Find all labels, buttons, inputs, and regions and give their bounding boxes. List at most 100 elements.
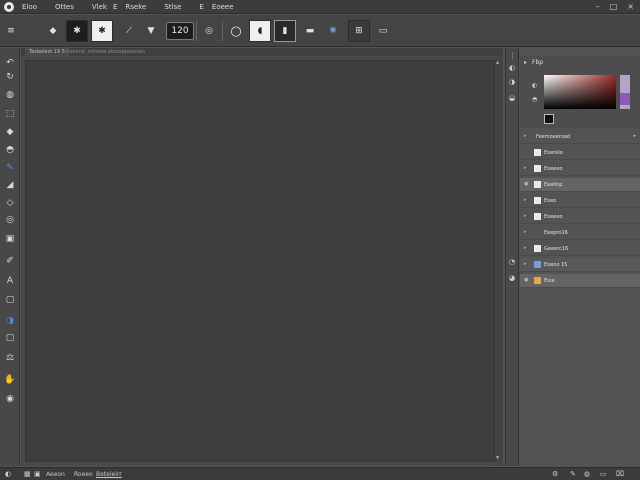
brush-tip-icon[interactable]: ✱: [91, 20, 113, 42]
color-picker-field[interactable]: [544, 75, 616, 109]
layer-name: Eeepro16: [544, 230, 568, 236]
menu-item-2[interactable]: Ottes: [55, 3, 74, 11]
brush-size-field[interactable]: 120: [166, 22, 194, 40]
shield-icon[interactable]: ◇: [3, 196, 17, 210]
menu-item-6[interactable]: Stlse: [164, 3, 181, 11]
undo-icon[interactable]: ↶: [3, 56, 17, 70]
visibility-dot-icon[interactable]: ●: [524, 277, 528, 283]
hand-icon[interactable]: ✋: [3, 373, 17, 387]
hue-slider[interactable]: [620, 75, 630, 109]
status-brush-icon[interactable]: ✎: [570, 470, 576, 478]
dock-adjust-icon[interactable]: ◒: [509, 94, 515, 102]
status-mask-icon[interactable]: ◍: [584, 470, 590, 478]
layer-row[interactable]: ▸ Eeepro16: [520, 226, 640, 240]
dock-collapse-icon[interactable]: ⋮: [509, 52, 516, 60]
flow-icon[interactable]: ▼: [140, 20, 162, 42]
crop-icon[interactable]: ⬚: [3, 107, 17, 121]
expand-arrow-icon[interactable]: ▸: [524, 261, 527, 267]
dock-swatches-icon[interactable]: ◑: [509, 78, 515, 86]
lasso-icon[interactable]: ◍: [3, 88, 17, 102]
visibility-dot-icon[interactable]: ●: [524, 181, 528, 187]
panel-toggle-icon[interactable]: ▭: [372, 20, 394, 42]
canvas[interactable]: [25, 60, 495, 462]
layer-row[interactable]: ▸ Eoeoo 15: [520, 258, 640, 272]
zoom-icon[interactable]: ◉: [3, 392, 17, 406]
status-grid-icon[interactable]: ▦: [24, 470, 31, 478]
menu-item-3[interactable]: Vlek: [92, 3, 107, 11]
menu-item-1[interactable]: Eloo: [22, 3, 37, 11]
menu-item-5[interactable]: Rseke: [125, 3, 146, 11]
dock-color-icon[interactable]: ◐: [509, 64, 515, 72]
expand-arrow-icon[interactable]: ▸: [524, 229, 527, 235]
vertical-scrollbar[interactable]: ▴ ▾: [495, 56, 503, 466]
layer-toggle-icon[interactable]: ▸: [633, 133, 636, 139]
scroll-down-icon[interactable]: ▾: [496, 454, 499, 461]
stamp-icon[interactable]: ◓: [3, 143, 17, 157]
scroll-up-icon[interactable]: ▴: [496, 59, 499, 66]
eraser-icon[interactable]: ◑: [3, 314, 17, 328]
layer-row[interactable]: ▸ Feemoeeroad ▸: [520, 130, 640, 144]
status-folder-icon[interactable]: ▭: [600, 470, 607, 478]
rotate-icon[interactable]: ↻: [3, 70, 17, 84]
round-brush-icon[interactable]: ○: [225, 20, 247, 42]
opacity-icon[interactable]: ▬: [299, 20, 321, 42]
menu-item-8[interactable]: Eoeee: [212, 3, 234, 11]
close-button[interactable]: ×: [627, 2, 634, 11]
hardness-icon[interactable]: ◖: [249, 20, 271, 42]
layer-row-active[interactable]: ● Eioe: [520, 274, 640, 288]
document-tab-inactive[interactable]: Vielonsf, stlnoee etonsepsessen: [61, 48, 149, 56]
status-item-3[interactable]: Beteleirr: [96, 471, 122, 478]
bucket-icon[interactable]: ◢: [3, 178, 17, 192]
app-logo-icon[interactable]: [4, 1, 14, 12]
text-icon[interactable]: A: [3, 274, 17, 288]
box-icon[interactable]: ▢: [3, 293, 17, 307]
maximize-button[interactable]: □: [610, 2, 618, 11]
layer-row[interactable]: Eoerelo: [520, 146, 640, 160]
symmetry-icon[interactable]: ✺: [322, 20, 344, 42]
color-mode-icon[interactable]: ◐: [532, 82, 537, 89]
status-trash-icon[interactable]: ⌧: [616, 470, 624, 478]
status-info-icon[interactable]: ◐: [5, 470, 11, 478]
color-sample-icon[interactable]: ◓: [532, 96, 537, 103]
pressure-icon[interactable]: ◎: [198, 20, 220, 42]
rounded-rect-icon[interactable]: ▢: [3, 331, 17, 345]
menu-item-4[interactable]: E: [113, 3, 117, 11]
dock-history-icon[interactable]: ◕: [509, 274, 515, 282]
frame-icon[interactable]: ▣: [3, 232, 17, 246]
panel-arrow-icon[interactable]: ▸: [524, 59, 527, 66]
airbrush-icon[interactable]: ⟋: [118, 20, 140, 42]
expand-arrow-icon[interactable]: ▸: [524, 245, 527, 251]
circle-icon[interactable]: ◎: [3, 213, 17, 227]
menu-item-7[interactable]: E: [199, 3, 203, 11]
layer-row-selected[interactable]: ● Eeelinp: [520, 178, 640, 192]
tool-preset-icon[interactable]: ≡: [4, 20, 18, 42]
minimize-button[interactable]: –: [596, 2, 600, 11]
layer-row[interactable]: ▸ Eoeo: [520, 194, 640, 208]
pen-icon[interactable]: ✐: [3, 254, 17, 268]
mode-icon[interactable]: ▮: [274, 20, 296, 42]
brush-icon[interactable]: ✎: [3, 161, 17, 175]
brush-preset-icon[interactable]: ✱: [66, 20, 88, 42]
expand-arrow-icon[interactable]: ▸: [524, 197, 527, 203]
canvas-area: ▴ ▾: [21, 56, 503, 466]
status-settings-icon[interactable]: ⚙: [552, 470, 558, 478]
status-item-1[interactable]: Aeeon: [46, 471, 65, 478]
options-bar: ≡ ◆ ✱ ✱ ⟋ ▼ 120 ◎ ○ ◖ ▮ ▬ ✺ ⊞ ▭: [0, 15, 640, 47]
status-item-2[interactable]: Roeeo: [74, 471, 93, 478]
expand-arrow-icon[interactable]: ▸: [524, 133, 527, 139]
grid-icon[interactable]: ⊞: [348, 20, 370, 42]
expand-arrow-icon[interactable]: ▸: [524, 165, 527, 171]
menu-bar: Eloo Ottes Vlek E Rseke Stlse E Eoeee – …: [0, 0, 640, 14]
status-layer-icon[interactable]: ▣: [34, 470, 41, 478]
layer-row[interactable]: ▸ Geeerc16: [520, 242, 640, 256]
dock-layers-icon[interactable]: ◔: [509, 258, 515, 266]
brush-options-icon[interactable]: ◆: [42, 20, 64, 42]
expand-arrow-icon[interactable]: ▸: [524, 213, 527, 219]
hue-slider-knob[interactable]: [620, 93, 630, 105]
layer-row[interactable]: ▸ Eoeeeo: [520, 162, 640, 176]
tag-icon[interactable]: ◆: [3, 125, 17, 139]
scale-icon[interactable]: ⚖: [3, 351, 17, 365]
layer-thumbnail-icon: [534, 277, 541, 284]
foreground-color-swatch[interactable]: [544, 114, 554, 124]
layer-row[interactable]: ▸ Eoeeeo: [520, 210, 640, 224]
